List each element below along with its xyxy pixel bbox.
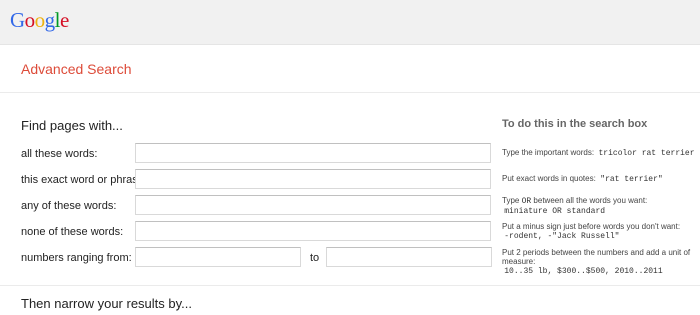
number-range-from-input[interactable] <box>135 247 301 267</box>
find-pages-heading: Find pages with... <box>21 118 123 133</box>
any-words-label: any of these words: <box>21 200 117 212</box>
exact-phrase-label: this exact word or phrase: <box>21 174 147 186</box>
page-title: Advanced Search <box>21 61 132 77</box>
number-range-to-label: to <box>310 252 320 264</box>
number-range-label: numbers ranging from: <box>21 252 132 264</box>
exact-phrase-input[interactable] <box>135 169 491 189</box>
help-heading: To do this in the search box <box>502 118 648 130</box>
google-logo[interactable]: Google <box>10 8 69 33</box>
all-words-input[interactable] <box>135 143 491 163</box>
all-words-label: all these words: <box>21 148 98 160</box>
any-words-input[interactable] <box>135 195 491 215</box>
divider <box>0 92 700 93</box>
none-words-input[interactable] <box>135 221 491 241</box>
number-range-help: Put 2 periods between the numbers and ad… <box>502 248 691 276</box>
exact-phrase-help: Put exact words in quotes: "rat terrier" <box>502 174 663 184</box>
any-words-help: Type OR between all the words you want: … <box>502 196 648 216</box>
top-bar: Google <box>0 0 700 45</box>
number-range-to-input[interactable] <box>326 247 492 267</box>
all-words-help: Type the important words: tricolor rat t… <box>502 148 695 158</box>
none-words-label: none of these words: <box>21 226 124 238</box>
divider <box>0 285 700 286</box>
narrow-results-heading: Then narrow your results by... <box>21 296 192 311</box>
none-words-help: Put a minus sign just before words you d… <box>502 222 681 241</box>
